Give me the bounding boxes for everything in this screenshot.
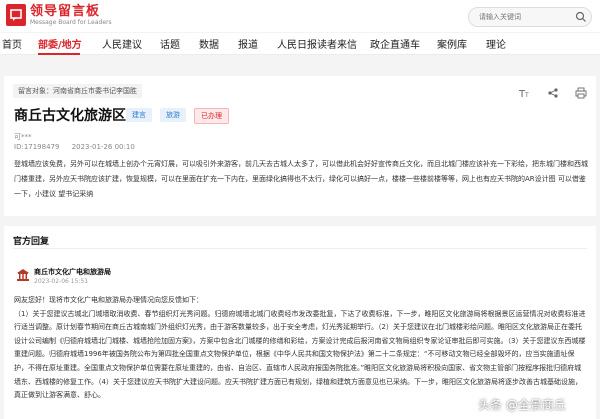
nav-item-theory[interactable]: 理论 [486,36,506,51]
message-date: 2023-01-26 00:10 [71,143,135,151]
watermark-text: 头条 @全景商丘 [478,398,566,412]
share-icon[interactable] [547,87,559,99]
message-title: 商丘古文化旅游区 [14,108,126,124]
nav-item-home[interactable]: 首页 [2,36,22,51]
logo-subtitle: Message Board for Leaders [30,18,112,26]
reply-divider [13,248,587,249]
main-nav: 首页 部委/地方 人民建议 话题 数据 报道 人民日报读者来信 政企直通车 案例… [0,33,600,55]
reply-time: 2023-02-06 15:51 [34,278,89,285]
reply-heading: 官方回复 [13,237,50,247]
nav-item-case-library[interactable]: 案例库 [437,36,467,51]
reply-org-name: 商丘市文化广电和旅游局 [34,268,111,276]
nav-item-ministries[interactable]: 部委/地方 [38,36,82,51]
badge-category: 建言 [126,108,152,122]
message-target: 留言对象：河南省商丘市委书记李国胜 [13,84,142,98]
reply-body: 网友您好！现将市文化广电和旅游局办理情况向您反馈如下： （1）关于您建议古城北门… [14,294,588,403]
font-size-icon[interactable]: T T [518,87,530,99]
logo-mark-icon [6,4,26,26]
message-id: ID:17198479 [14,143,60,151]
official-reply: 官方回复 商丘市文化广电和旅游局 2023-02-06 15:51 网友您好！现… [4,226,596,419]
reply-content: （1）关于您建议古城北门城墙取消收费、春节组织灯光秀问题。归德府城墙北城门收费经… [14,309,586,400]
badge-domain: 旅游 [160,108,186,122]
message-card: 留言对象：河南省商丘市委书记李国胜 商丘古文化旅游区 建言 旅游 已办理 T T… [4,76,596,216]
message-author: 可*** [14,133,32,141]
watermark: 头条 @全景商丘 [478,396,566,413]
nav-item-reader-letters[interactable]: 人民日报读者来信 [277,36,357,51]
reply-greeting: 网友您好！现将市文化广电和旅游局办理情况向您反馈如下： [14,296,203,304]
nav-item-suggestions[interactable]: 人民建议 [102,36,142,51]
search-box [468,7,592,27]
search-icon[interactable] [575,11,587,23]
message-meta: ID:17198479 2023-01-26 00:10 [14,143,145,151]
nav-item-topics[interactable]: 话题 [160,36,180,51]
search-input[interactable] [479,13,573,21]
logo-title: 领导留言板 [30,3,101,19]
government-building-icon [17,269,29,281]
site-logo[interactable]: 领导留言板 Message Board for Leaders [6,4,112,26]
message-body: 登城墙应该免费，另外可以在城墙上创办个元宵灯展，可以吸引外来游客，前几天去古城人… [14,160,588,198]
nav-item-data[interactable]: 数据 [199,36,219,51]
print-icon[interactable] [575,87,587,99]
nav-item-reports[interactable]: 报道 [238,36,258,51]
top-bar: 领导留言板 Message Board for Leaders [0,0,600,32]
nav-active-underline [38,53,80,55]
svg-text:T: T [524,92,529,99]
nav-item-enterprise[interactable]: 政企直通车 [370,36,420,51]
status-badge: 已办理 [194,108,229,124]
